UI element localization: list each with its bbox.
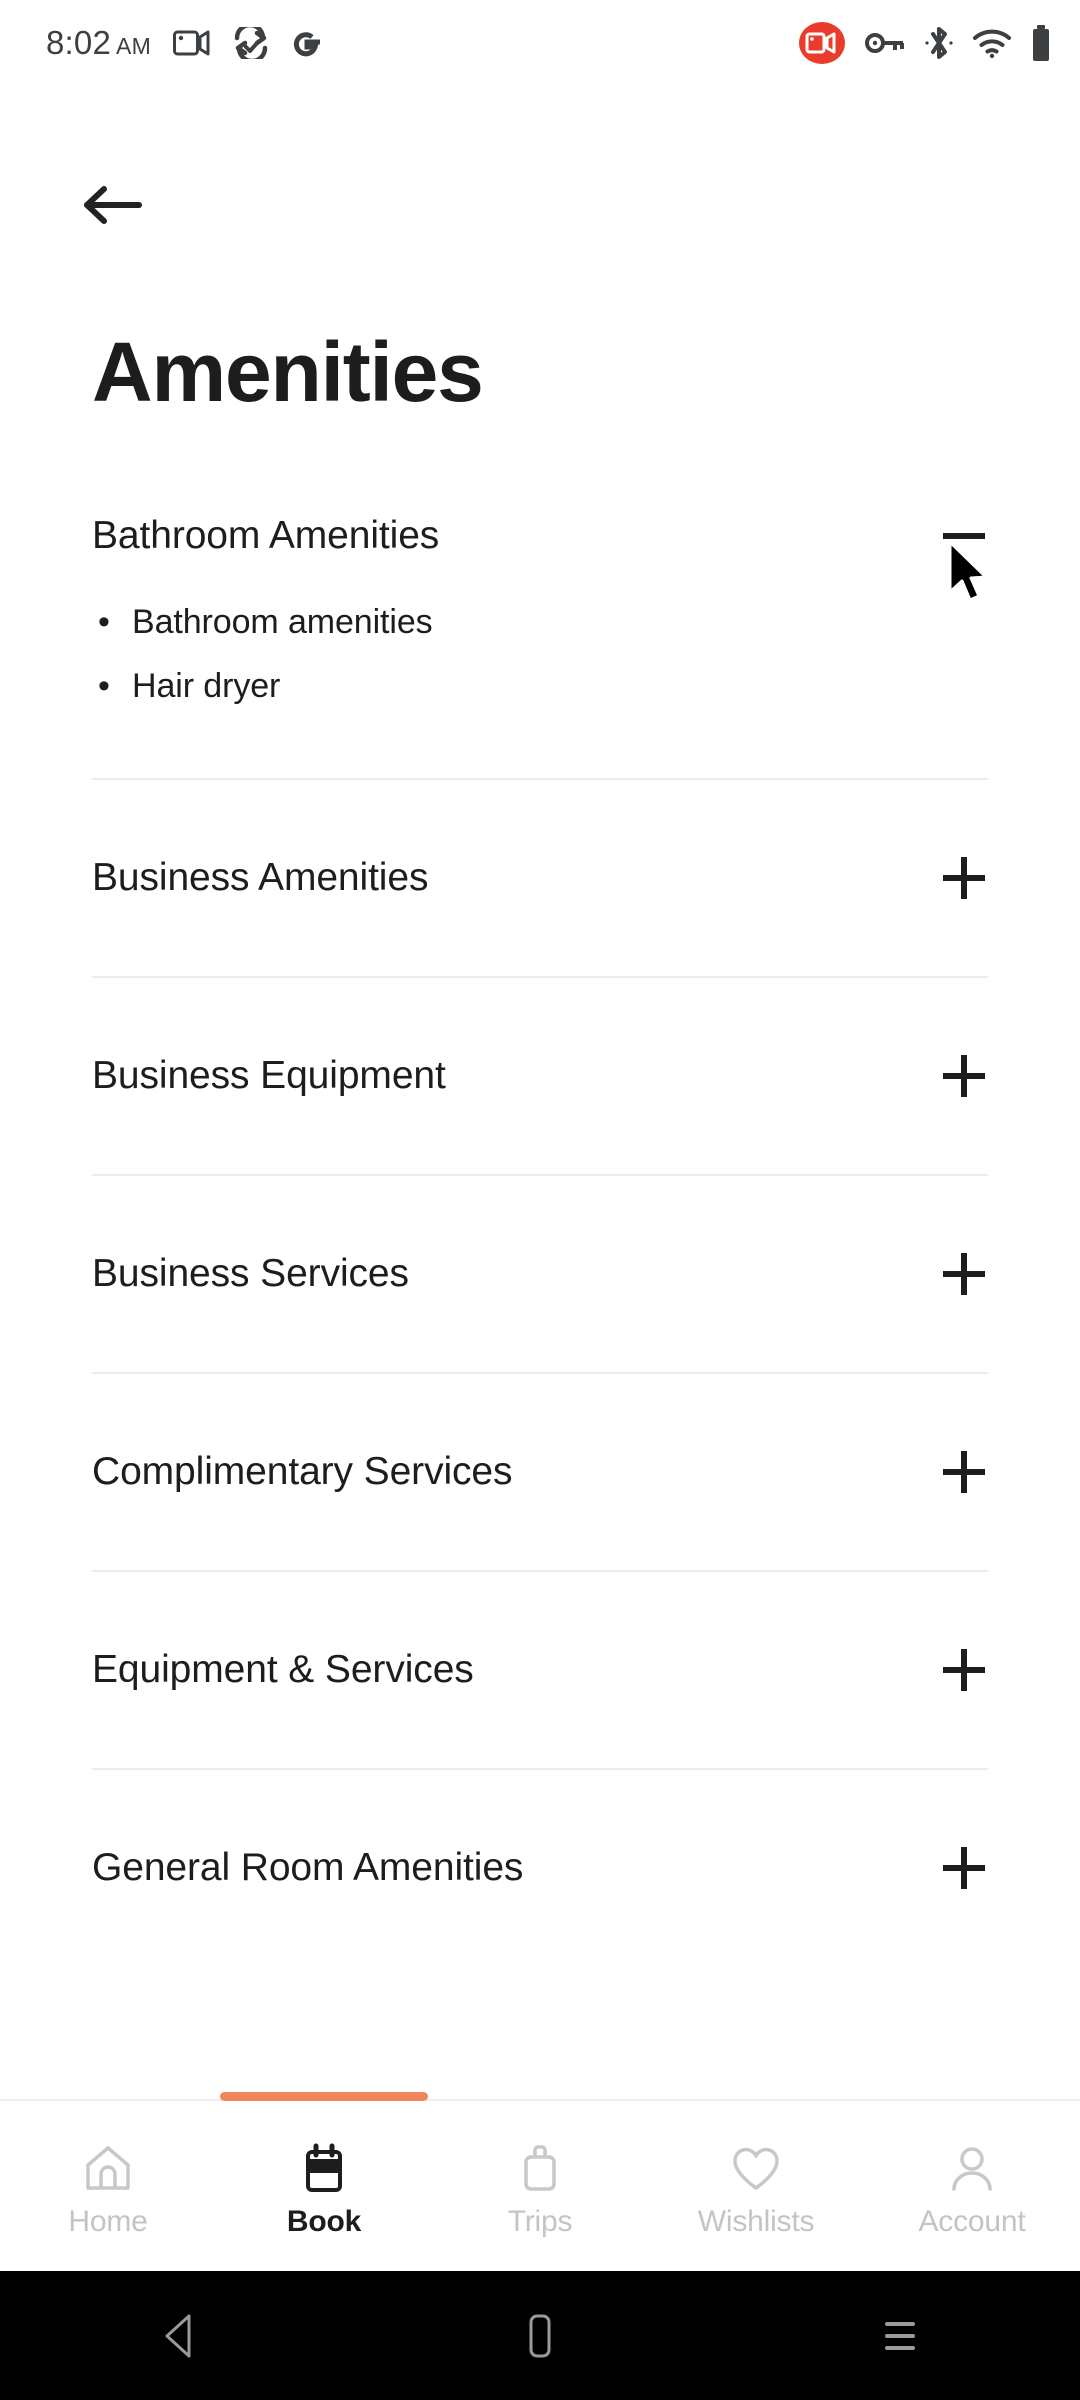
amenity-section-title: Business Amenities (92, 855, 429, 899)
back-arrow-icon (81, 182, 143, 233)
list-item: • Hair dryer (92, 660, 988, 724)
expand-plus-icon[interactable] (940, 1448, 988, 1496)
amenity-section-header[interactable]: Business Amenities (0, 826, 1080, 930)
active-tab-indicator (220, 2092, 428, 2101)
bluetooth-icon (924, 24, 954, 62)
recording-active-icon (798, 21, 846, 65)
vpn-key-icon (864, 29, 906, 57)
person-icon (945, 2139, 999, 2197)
back-nav-icon[interactable] (100, 2271, 260, 2400)
expand-plus-icon[interactable] (940, 1646, 988, 1694)
amenity-section-title: Equipment & Services (92, 1647, 474, 1691)
expand-plus-icon[interactable] (940, 1250, 988, 1298)
app-screen: 8:02 AM Amenities Bathroom Amenities • B… (0, 0, 1080, 2400)
status-bar: 8:02 AM (0, 0, 1080, 86)
nav-tab-label: Trips (507, 2205, 573, 2238)
status-bar-clock: 8:02 AM (46, 24, 151, 62)
expand-plus-icon[interactable] (940, 1844, 988, 1892)
nav-tab-label: Account (918, 2205, 1026, 2238)
nav-tab-wishlists[interactable]: Wishlists (648, 2101, 864, 2271)
status-bar-left: 8:02 AM (46, 24, 323, 62)
amenity-section-header[interactable]: Business Services (0, 1222, 1080, 1326)
nav-tab-account[interactable]: Account (864, 2101, 1080, 2271)
amenity-section: Business Amenities (0, 826, 1080, 1024)
android-system-nav (0, 2271, 1080, 2400)
bottom-navigation-bar: Home Book Trips Wishlists Account (0, 2092, 1080, 2271)
amenity-section: General Room Amenities (0, 1816, 1080, 1920)
nav-tab-label: Home (68, 2205, 148, 2238)
sync-pen-icon (233, 27, 269, 59)
clock-meridiem: AM (116, 33, 151, 59)
amenity-section-title: Bathroom Amenities (92, 513, 440, 557)
back-button[interactable] (72, 170, 152, 244)
home-icon (81, 2139, 135, 2197)
expand-plus-icon[interactable] (940, 854, 988, 902)
nav-tab-book[interactable]: Book (216, 2101, 432, 2271)
amenity-item-label: Bathroom amenities (132, 603, 433, 641)
amenities-list: Bathroom Amenities • Bathroom amenities … (0, 484, 1080, 1920)
amenity-section: Business Services (0, 1222, 1080, 1420)
amenity-section-header[interactable]: Bathroom Amenities (0, 484, 1080, 588)
amenity-section-title: Complimentary Services (92, 1449, 513, 1493)
amenity-section-header[interactable]: Complimentary Services (0, 1420, 1080, 1524)
expand-plus-icon[interactable] (940, 1052, 988, 1100)
google-g-icon (291, 26, 323, 60)
heart-icon (729, 2139, 783, 2197)
amenity-section-header[interactable]: Business Equipment (0, 1024, 1080, 1128)
status-bar-right (798, 21, 1052, 65)
amenity-section: Bathroom Amenities • Bathroom amenities … (0, 484, 1080, 826)
amenity-item-list: • Bathroom amenities • Hair dryer (0, 588, 1080, 724)
screen-record-icon (172, 28, 211, 58)
nav-tab-label: Wishlists (697, 2205, 815, 2238)
amenity-section: Equipment & Services (0, 1618, 1080, 1816)
nav-tab-trips[interactable]: Trips (432, 2101, 648, 2271)
amenity-item-label: Hair dryer (132, 667, 281, 705)
suitcase-icon (513, 2139, 567, 2197)
page-title: Amenities (92, 325, 484, 419)
recents-nav-icon[interactable] (820, 2271, 980, 2400)
amenity-section-title: Business Services (92, 1251, 409, 1295)
bullet-dot-icon: • (98, 667, 110, 705)
calendar-icon (297, 2139, 351, 2197)
nav-tab-home[interactable]: Home (0, 2101, 216, 2271)
amenity-section: Business Equipment (0, 1024, 1080, 1222)
amenity-section-title: General Room Amenities (92, 1845, 524, 1889)
battery-icon (1030, 24, 1052, 62)
amenity-section: Complimentary Services (0, 1420, 1080, 1618)
wifi-icon (972, 27, 1012, 59)
bullet-dot-icon: • (98, 603, 110, 641)
list-item: • Bathroom amenities (92, 596, 988, 660)
amenity-section-header[interactable]: Equipment & Services (0, 1618, 1080, 1722)
clock-time: 8:02 (46, 24, 112, 61)
amenity-section-header[interactable]: General Room Amenities (0, 1816, 1080, 1920)
home-nav-icon[interactable] (460, 2271, 620, 2400)
nav-tab-label: Book (286, 2205, 362, 2238)
amenity-section-title: Business Equipment (92, 1053, 446, 1097)
collapse-minus-icon[interactable] (940, 512, 988, 560)
